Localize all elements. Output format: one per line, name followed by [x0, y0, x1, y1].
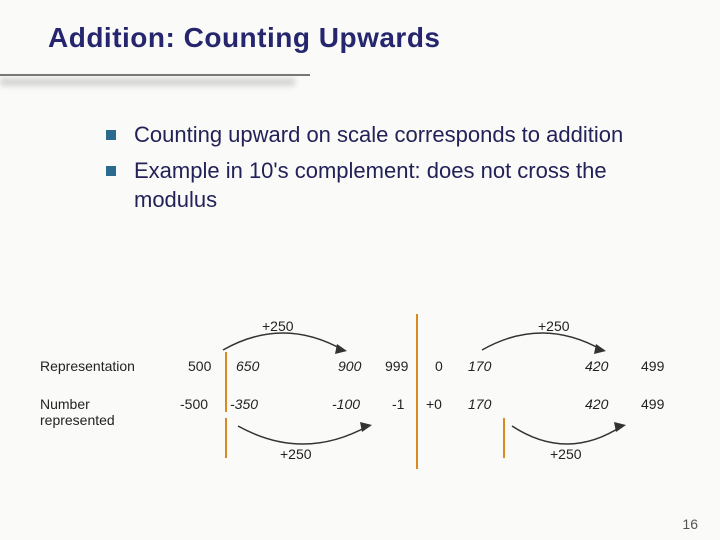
cell: 900 [338, 358, 361, 374]
cell: +0 [426, 396, 442, 412]
row-label-number: Number represented [40, 396, 160, 428]
bullet-list: Counting upward on scale corresponds to … [48, 120, 672, 215]
modulus-divider [416, 314, 418, 469]
arc-label-top-left: +250 [262, 318, 294, 334]
tick [225, 418, 227, 458]
slide-title: Addition: Counting Upwards [48, 22, 672, 54]
tick [225, 352, 227, 412]
cell: 499 [641, 396, 664, 412]
cell: 500 [188, 358, 211, 374]
diagram: +250 +250 Representation 500 650 900 999… [40, 318, 680, 488]
title-underline [0, 74, 310, 76]
cell: 420 [585, 396, 608, 412]
cell: 420 [585, 358, 608, 374]
cell: 499 [641, 358, 664, 374]
bullet-text: Counting upward on scale corresponds to … [134, 120, 623, 150]
cell: 650 [236, 358, 259, 374]
cell: -350 [230, 396, 258, 412]
arc-label-top-right: +250 [538, 318, 570, 334]
title-shadow [0, 78, 295, 86]
arc-label-bottom-right: +250 [550, 446, 582, 462]
cell: 170 [468, 358, 491, 374]
arc-label-bottom-left: +250 [280, 446, 312, 462]
cell: 999 [385, 358, 408, 374]
bullet-square-icon [106, 130, 116, 140]
cell: 170 [468, 396, 491, 412]
row-label-representation: Representation [40, 358, 135, 374]
bullet-text: Example in 10's complement: does not cro… [134, 156, 672, 215]
cell: -1 [392, 396, 404, 412]
list-item: Example in 10's complement: does not cro… [106, 156, 672, 215]
list-item: Counting upward on scale corresponds to … [106, 120, 672, 150]
bullet-square-icon [106, 166, 116, 176]
cell: -100 [332, 396, 360, 412]
cell: -500 [180, 396, 208, 412]
page-number: 16 [682, 516, 698, 532]
cell: 0 [435, 358, 443, 374]
